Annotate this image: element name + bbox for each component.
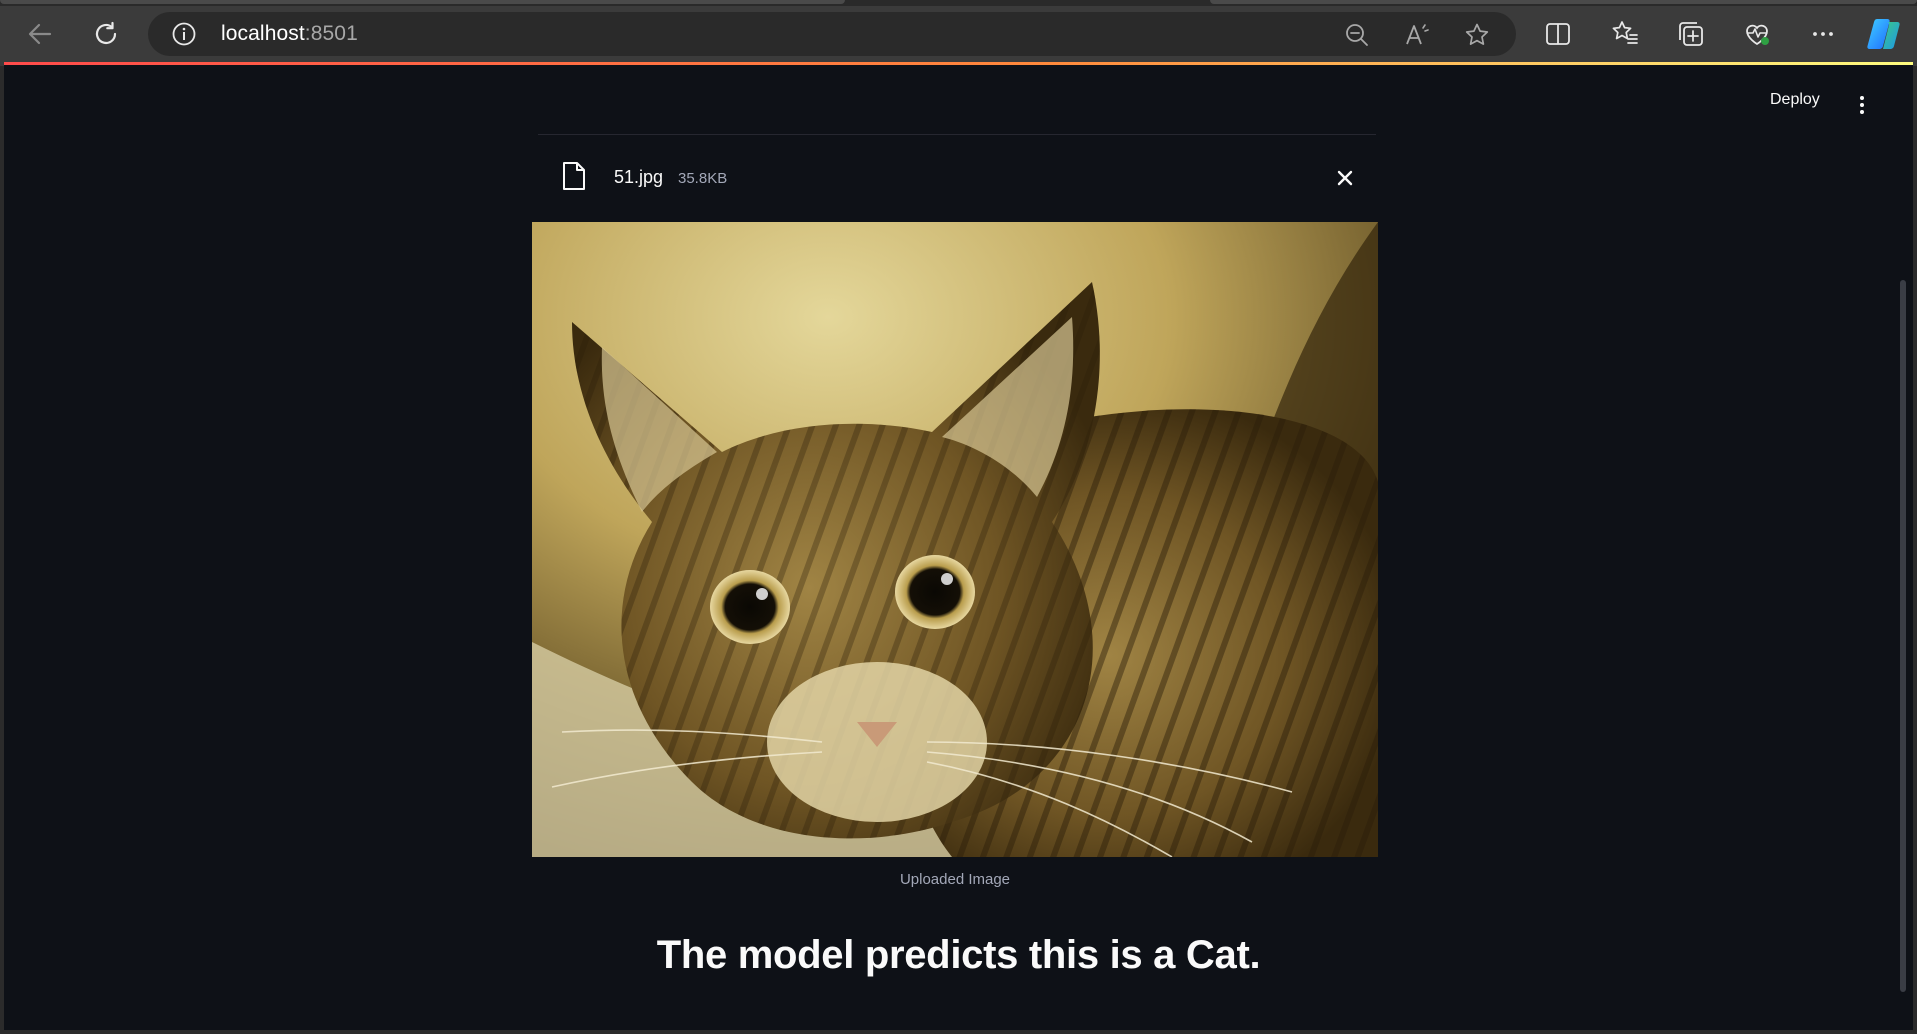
kebab-menu-icon[interactable] (1860, 96, 1864, 114)
tab-strip-segment (0, 0, 845, 4)
zoom-out-icon[interactable] (1344, 22, 1370, 48)
favorites-list-icon[interactable] (1610, 19, 1640, 49)
browser-essentials-icon[interactable] (1742, 19, 1772, 49)
close-icon[interactable] (1336, 169, 1354, 187)
refresh-icon (95, 21, 117, 45)
star-icon[interactable] (1464, 22, 1490, 48)
address-bar[interactable]: localhost:8501 (148, 12, 1516, 56)
info-icon[interactable] (172, 22, 196, 46)
scrollbar[interactable] (1900, 280, 1906, 992)
prediction-heading: The model predicts this is a Cat. (656, 933, 1261, 977)
uploaded-file-row: 51.jpg 35.8KB (538, 147, 1376, 209)
copilot-icon[interactable] (1865, 16, 1903, 52)
cat-photo (532, 222, 1378, 857)
file-size: 35.8KB (678, 170, 728, 187)
file-icon (563, 162, 585, 190)
split-screen-icon[interactable] (1543, 19, 1573, 49)
file-name: 51.jpg (614, 167, 664, 187)
browser-toolbar: localhost:8501 (0, 0, 1917, 66)
refresh-button[interactable] (86, 14, 126, 54)
collections-icon[interactable] (1676, 19, 1706, 49)
uploaded-image (532, 222, 1378, 857)
url-port: :8501 (304, 22, 358, 45)
app-viewport: Deploy 51.jpg 35.8KB Uploaded Image The … (4, 65, 1913, 1030)
url-host: localhost (221, 22, 305, 45)
back-button[interactable] (20, 14, 60, 54)
arrow-left-icon (28, 23, 52, 45)
deploy-button[interactable]: Deploy (1770, 91, 1820, 109)
read-aloud-icon[interactable] (1404, 22, 1430, 48)
tab-strip (0, 0, 1917, 6)
more-dots-icon[interactable] (1808, 19, 1838, 49)
file-uploader-divider (538, 134, 1376, 135)
url-text[interactable]: localhost:8501 (221, 23, 358, 45)
tab-strip-segment (1210, 0, 1917, 4)
image-caption: Uploaded Image (899, 871, 1011, 888)
